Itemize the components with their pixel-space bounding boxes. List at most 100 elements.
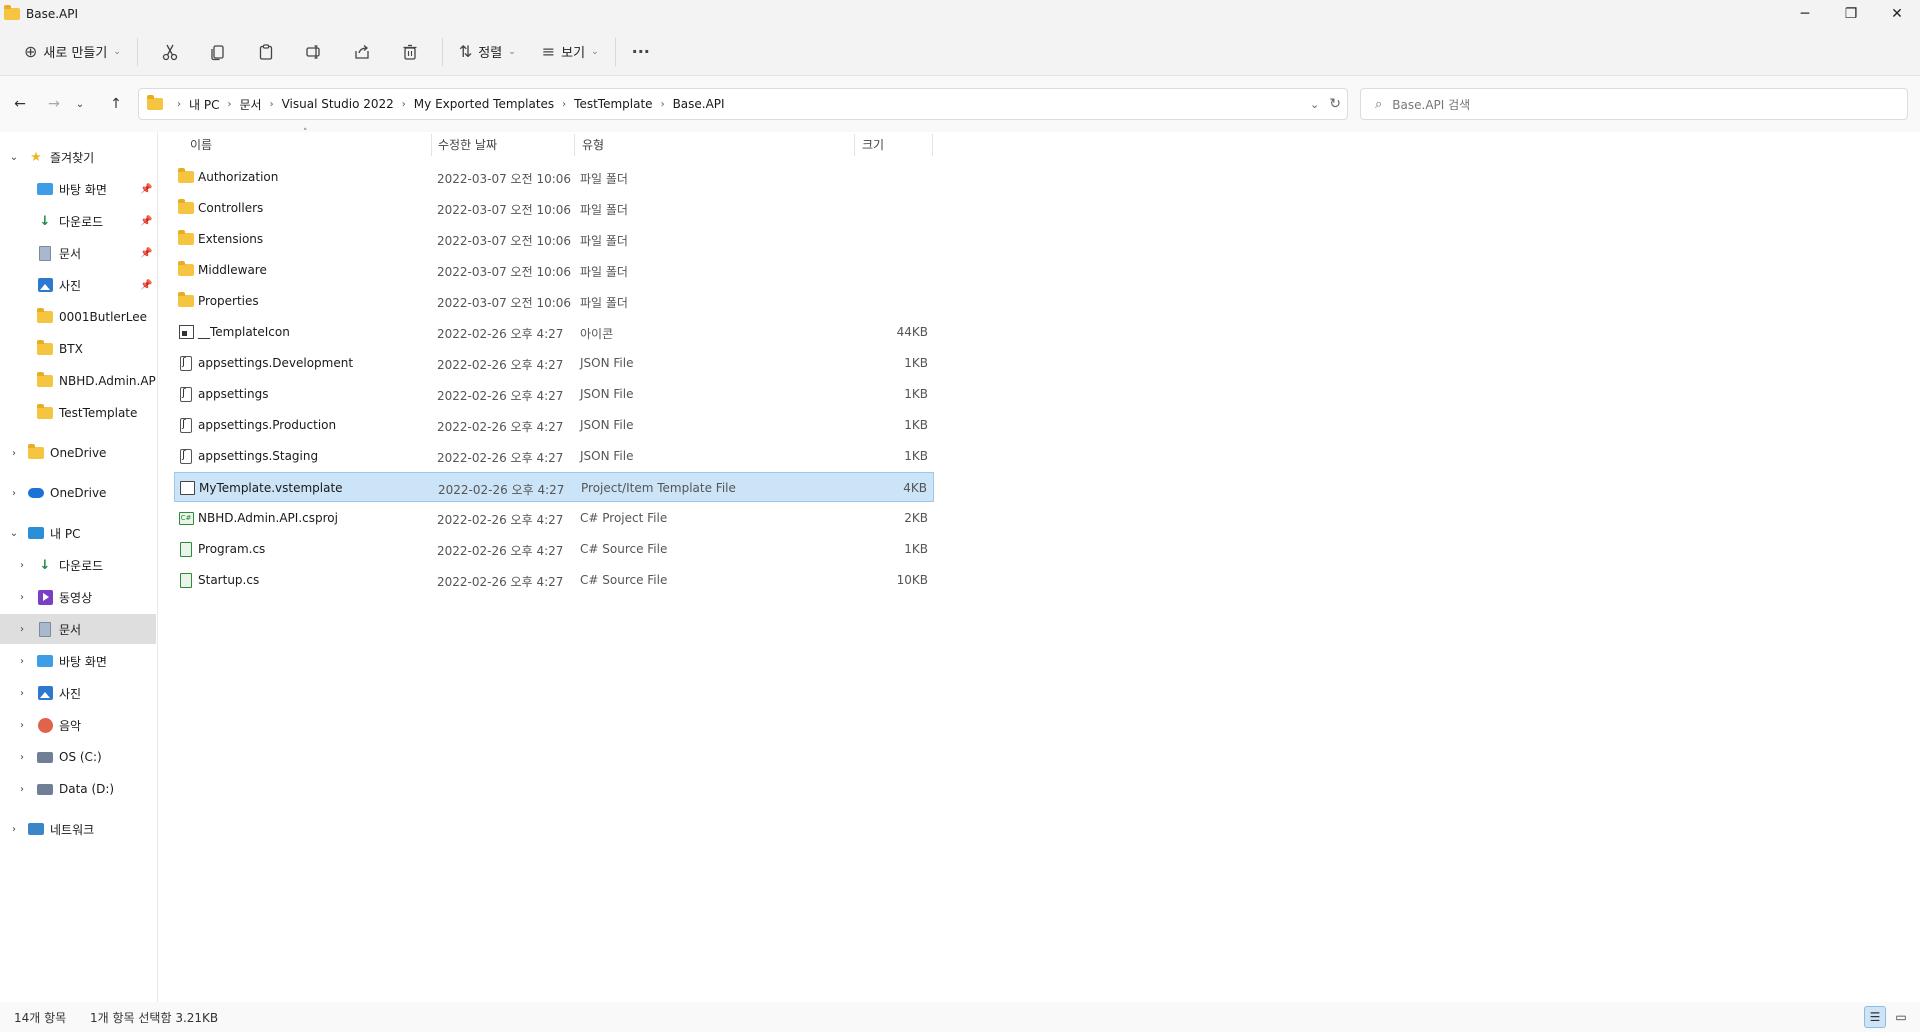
copy-button[interactable]: [198, 36, 238, 68]
sidebar-item-desktop-pinned[interactable]: 바탕 화면 📌: [0, 174, 156, 204]
breadcrumb-item[interactable]: My Exported Templates: [414, 97, 554, 111]
file-row[interactable]: Startup.cs 2022-02-26 오후 4:27 C# Source …: [174, 565, 934, 595]
tiles-view-icon: ▭: [1895, 1010, 1907, 1024]
folder-icon: [178, 199, 194, 216]
breadcrumb-item[interactable]: Base.API: [673, 97, 725, 111]
recent-locations-button[interactable]: ⌄: [72, 90, 88, 118]
sidebar-item-downloads-pinned[interactable]: ↓ 다운로드 📌: [0, 206, 156, 236]
minimize-button[interactable]: ─: [1782, 0, 1828, 28]
file-row[interactable]: Authorization 2022-03-07 오전 10:06 파일 폴더: [174, 162, 934, 192]
sidebar-item-nbhd-admin-api[interactable]: NBHD.Admin.API: [0, 366, 156, 396]
file-date: 2022-02-26 오후 4:27: [437, 513, 564, 527]
back-button[interactable]: ←: [6, 90, 34, 118]
sidebar-item-onedrive-folder[interactable]: › OneDrive: [0, 438, 156, 468]
chevron-down-icon[interactable]: ⌄: [8, 528, 20, 539]
share-button[interactable]: [342, 36, 382, 68]
sidebar-item-drive-d[interactable]: › Data (D:): [0, 774, 156, 804]
chevron-right-icon[interactable]: ›: [8, 448, 20, 459]
file-row[interactable]: appsettings.Development 2022-02-26 오후 4:…: [174, 348, 934, 378]
file-row[interactable]: C# NBHD.Admin.API.csproj 2022-02-26 오후 4…: [174, 503, 934, 533]
chevron-right-icon[interactable]: ›: [16, 752, 28, 763]
view-button[interactable]: ≡ 보기 ⌄: [534, 36, 607, 68]
maximize-button[interactable]: ❐: [1828, 0, 1874, 28]
sidebar-item-btx[interactable]: BTX: [0, 334, 156, 364]
sidebar-item-drive-c[interactable]: › OS (C:): [0, 742, 156, 772]
video-icon: [37, 589, 53, 605]
file-row[interactable]: Extensions 2022-03-07 오전 10:06 파일 폴더: [174, 224, 934, 254]
address-history-button[interactable]: ⌄: [1310, 98, 1319, 111]
details-view-button[interactable]: ☰: [1864, 1006, 1886, 1028]
chevron-right-icon[interactable]: ›: [16, 784, 28, 795]
file-row-selected[interactable]: MyTemplate.vstemplate 2022-02-26 오후 4:27…: [174, 472, 934, 502]
chevron-right-icon[interactable]: ›: [16, 560, 28, 571]
file-row[interactable]: appsettings.Production 2022-02-26 오후 4:2…: [174, 410, 934, 440]
sidebar-item-pictures-pinned[interactable]: 사진 📌: [0, 270, 156, 300]
sidebar-item-downloads[interactable]: › ↓ 다운로드: [0, 550, 156, 580]
sidebar-item-music[interactable]: › 음악: [0, 710, 156, 740]
up-button[interactable]: ↑: [102, 90, 130, 118]
refresh-button[interactable]: ↻: [1329, 96, 1341, 112]
chevron-right-icon[interactable]: ›: [16, 720, 28, 731]
delete-button[interactable]: [390, 36, 430, 68]
column-header-type[interactable]: 유형: [582, 136, 604, 153]
file-row[interactable]: appsettings 2022-02-26 오후 4:27 JSON File…: [174, 379, 934, 409]
file-date: 2022-03-07 오전 10:06: [437, 296, 572, 310]
sidebar-item-label: 문서: [59, 622, 82, 637]
cut-button[interactable]: [150, 36, 190, 68]
sidebar-item-quick-access[interactable]: ⌄ ★ 즐겨찾기: [0, 142, 156, 172]
rename-button[interactable]: [294, 36, 334, 68]
column-divider[interactable]: [431, 134, 432, 156]
forward-button[interactable]: →: [40, 90, 68, 118]
sidebar-item-videos[interactable]: › 동영상: [0, 582, 156, 612]
address-bar[interactable]: › 내 PC › 문서 › Visual Studio 2022 › My Ex…: [138, 88, 1348, 120]
file-row[interactable]: Program.cs 2022-02-26 오후 4:27 C# Source …: [174, 534, 934, 564]
chevron-right-icon[interactable]: ›: [8, 488, 20, 499]
breadcrumb-item[interactable]: 문서: [239, 96, 261, 113]
file-row[interactable]: __TemplateIcon 2022-02-26 오후 4:27 아이콘 44…: [174, 317, 934, 347]
breadcrumb-item[interactable]: Visual Studio 2022: [282, 97, 394, 111]
chevron-right-icon[interactable]: ›: [16, 688, 28, 699]
chevron-down-icon[interactable]: ⌄: [8, 152, 20, 163]
breadcrumb-chevron-icon: ›: [562, 98, 567, 110]
file-row[interactable]: Middleware 2022-03-07 오전 10:06 파일 폴더: [174, 255, 934, 285]
sidebar-item-desktop[interactable]: › 바탕 화면: [0, 646, 156, 676]
sidebar-item-pictures[interactable]: › 사진: [0, 678, 156, 708]
sidebar-item-label: OneDrive: [50, 446, 107, 460]
column-header-name[interactable]: 이름: [190, 136, 212, 153]
breadcrumb-item[interactable]: 내 PC: [189, 96, 219, 113]
sidebar-item-onedrive-cloud[interactable]: › OneDrive: [0, 478, 156, 508]
chevron-right-icon[interactable]: ›: [16, 624, 28, 635]
file-row[interactable]: Controllers 2022-03-07 오전 10:06 파일 폴더: [174, 193, 934, 223]
sidebar-item-documents-pinned[interactable]: 문서 📌: [0, 238, 156, 268]
sidebar-item-documents[interactable]: › 문서: [0, 614, 156, 644]
divider: [614, 37, 616, 66]
file-name: appsettings.Development: [198, 356, 354, 370]
search-input[interactable]: ⌕ Base.API 검색: [1360, 88, 1908, 120]
close-button[interactable]: ✕: [1874, 0, 1920, 28]
file-row[interactable]: Properties 2022-03-07 오전 10:06 파일 폴더: [174, 286, 934, 316]
column-divider[interactable]: [574, 134, 575, 156]
sidebar-item-0001butlerlee[interactable]: 0001ButlerLee: [0, 302, 156, 332]
chevron-right-icon[interactable]: ›: [16, 592, 28, 603]
sidebar-item-this-pc[interactable]: ⌄ 내 PC: [0, 518, 156, 548]
sidebar-item-testtemplate[interactable]: TestTemplate: [0, 398, 156, 428]
sidebar-item-label: 바탕 화면: [59, 182, 107, 197]
chevron-right-icon[interactable]: ›: [16, 656, 28, 667]
file-size: 44KB: [896, 325, 928, 339]
breadcrumb-item[interactable]: TestTemplate: [574, 97, 652, 111]
sidebar-item-label: 음악: [59, 718, 82, 733]
file-name: Controllers: [198, 201, 264, 215]
sidebar-item-network[interactable]: › 네트워크: [0, 814, 156, 844]
column-header-size[interactable]: 크기: [862, 136, 884, 153]
more-options-button[interactable]: ···: [624, 36, 658, 68]
file-row[interactable]: appsettings.Staging 2022-02-26 오후 4:27 J…: [174, 441, 934, 471]
column-header-date[interactable]: 수정한 날짜: [438, 136, 497, 153]
tiles-view-button[interactable]: ▭: [1890, 1006, 1912, 1028]
column-divider[interactable]: [932, 134, 933, 156]
folder-icon: [178, 292, 194, 309]
chevron-right-icon[interactable]: ›: [8, 824, 20, 835]
sort-button[interactable]: ⇅ 정렬 ⌄: [451, 36, 524, 68]
paste-button[interactable]: [246, 36, 286, 68]
new-button[interactable]: ⊕ 새로 만들기 ⌄: [16, 36, 129, 68]
column-divider[interactable]: [854, 134, 855, 156]
